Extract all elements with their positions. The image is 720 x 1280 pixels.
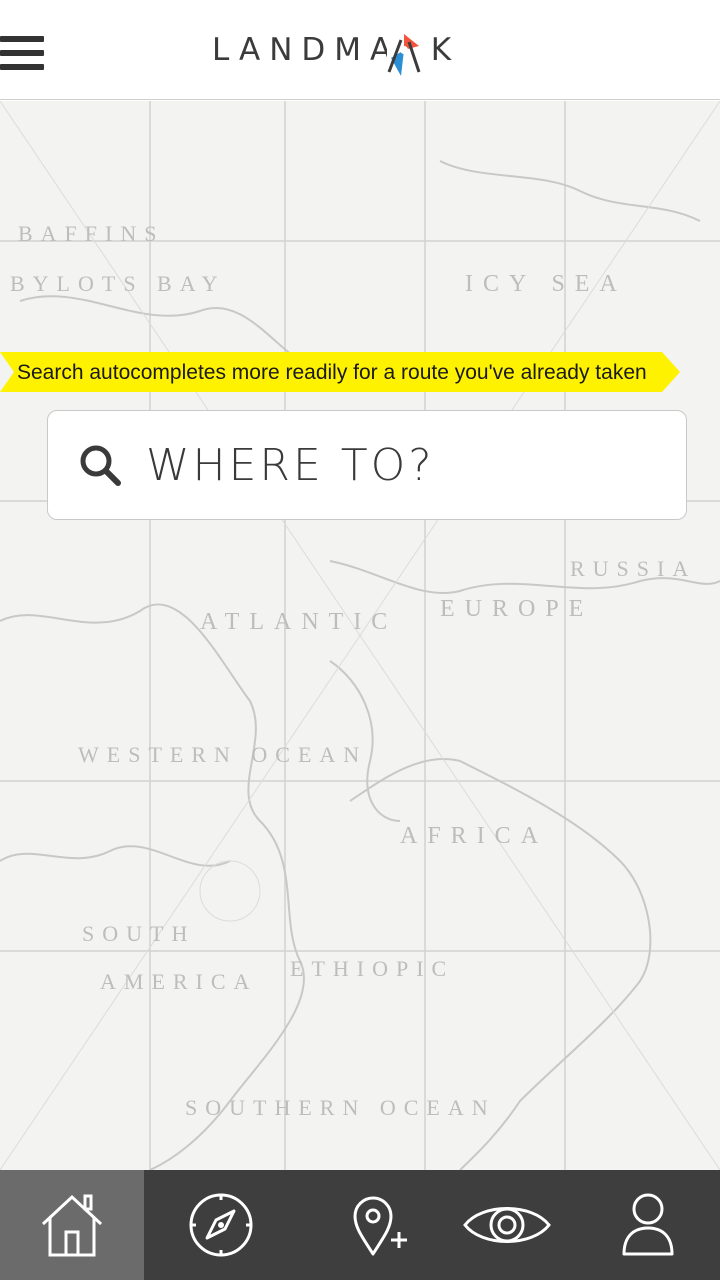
- user-icon: [622, 1193, 674, 1256]
- map-label-russia: RUSSIA: [570, 556, 697, 581]
- map-label-bylots-bay: BYLOTS BAY: [10, 271, 226, 296]
- compass-icon: [189, 1193, 253, 1257]
- nav-home[interactable]: [0, 1170, 144, 1280]
- hamburger-menu-icon[interactable]: [0, 34, 46, 74]
- map-label-southern-ocean: SOUTHERN OCEAN: [185, 1095, 496, 1120]
- map-label-europe: EUROPE: [440, 596, 594, 622]
- map-label-icy-sea: ICY SEA: [465, 271, 627, 297]
- nav-view[interactable]: [435, 1170, 579, 1280]
- search-input[interactable]: WHERE TO?: [146, 440, 435, 491]
- hint-banner-text: Search autocompletes more readily for a …: [17, 361, 647, 384]
- map-label-america: AMERICA: [100, 969, 258, 994]
- map-label-western-ocean: WESTERN OCEAN: [78, 742, 368, 767]
- map-label-ethiopic: ETHIOPIC: [290, 956, 455, 981]
- logo-text: LANDMARK: [212, 32, 461, 68]
- nav-profile[interactable]: [576, 1170, 720, 1280]
- map-label-africa: AFRICA: [400, 823, 549, 849]
- nav-add-place[interactable]: [310, 1170, 454, 1280]
- nav-explore[interactable]: [149, 1170, 293, 1280]
- app-header: LANDMARK: [0, 0, 720, 100]
- map-label-atlantic: ATLANTIC: [200, 609, 398, 635]
- search-icon[interactable]: [78, 443, 122, 487]
- hint-banner: Search autocompletes more readily for a …: [0, 352, 680, 392]
- bottom-nav: [0, 1170, 720, 1280]
- logo-pin-icon: [387, 32, 421, 78]
- add-location-icon: [353, 1196, 407, 1256]
- home-icon: [41, 1194, 103, 1257]
- map-label-baffins: BAFFINS: [18, 221, 165, 246]
- landmark-logo: LANDMARK: [212, 28, 492, 78]
- eye-icon: [463, 1207, 551, 1243]
- map-background[interactable]: BAFFINS BYLOTS BAY ICY SEA ATLANTIC EURO…: [0, 101, 720, 1170]
- map-label-south: SOUTH: [82, 921, 196, 946]
